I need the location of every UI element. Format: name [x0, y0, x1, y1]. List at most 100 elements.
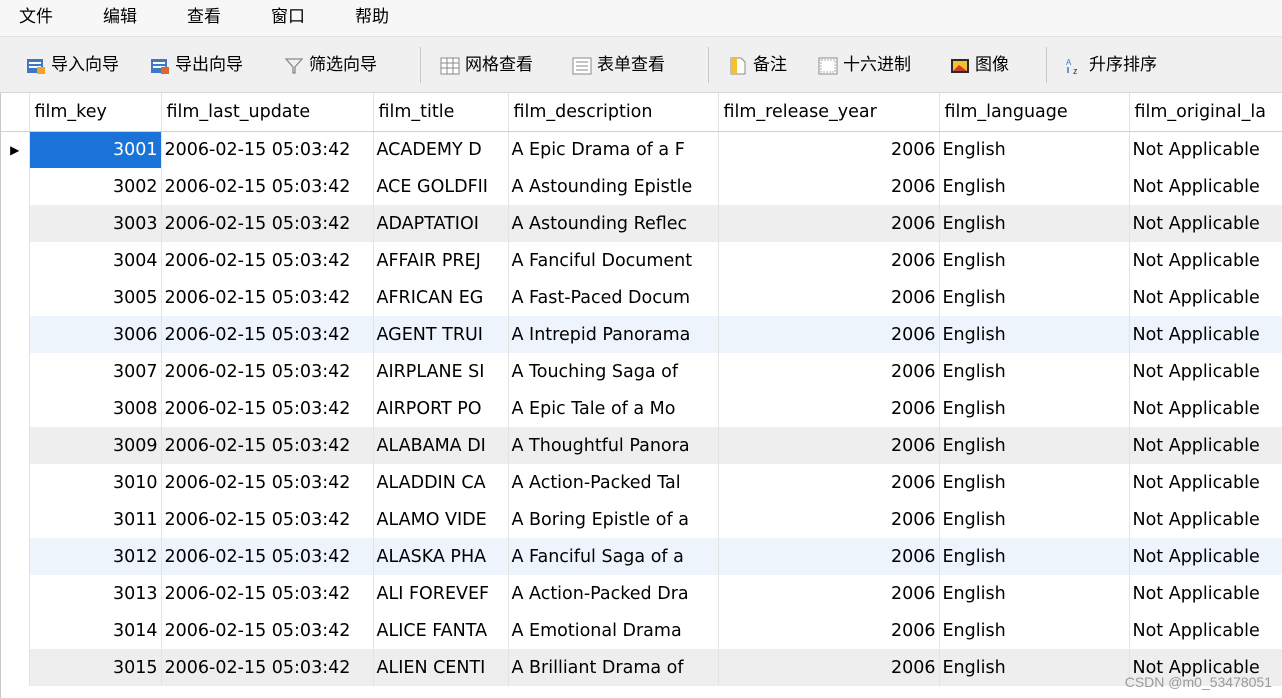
table-cell[interactable]: English — [939, 205, 1130, 242]
table-cell[interactable]: 2006 — [718, 501, 940, 538]
table-cell[interactable]: A Action-Packed Tal — [508, 464, 719, 501]
table-cell[interactable]: 3013 — [29, 575, 162, 612]
table-cell[interactable]: 2006-02-15 05:03:42 — [161, 649, 374, 686]
row-header[interactable] — [1, 501, 30, 538]
table-cell[interactable]: AIRPLANE SI — [373, 353, 509, 390]
table-cell[interactable]: 3011 — [29, 501, 162, 538]
table-cell[interactable]: 2006 — [718, 316, 940, 353]
table-cell[interactable]: 2006 — [718, 353, 940, 390]
table-cell[interactable]: AIRPORT PO — [373, 390, 509, 427]
table-cell[interactable]: A Boring Epistle of a — [508, 501, 719, 538]
menu-edit[interactable]: 编辑 — [103, 5, 137, 29]
table-cell[interactable]: Not Applicable — [1129, 205, 1282, 242]
table-cell[interactable]: ALASKA PHA — [373, 538, 509, 575]
grid-view-button[interactable]: 网格查看 — [440, 51, 533, 79]
table-cell[interactable]: ALI FOREVEF — [373, 575, 509, 612]
table-cell[interactable]: Not Applicable — [1129, 612, 1282, 649]
table-cell[interactable]: Not Applicable — [1129, 242, 1282, 279]
column-header[interactable]: film_key — [29, 93, 162, 132]
column-header[interactable]: film_language — [939, 93, 1130, 132]
table-cell[interactable]: Not Applicable — [1129, 131, 1282, 168]
hex-button[interactable]: 十六进制 — [818, 51, 911, 79]
table-cell[interactable]: A Intrepid Panorama — [508, 316, 719, 353]
table-cell[interactable]: 2006 — [718, 427, 940, 464]
table-cell[interactable]: AFRICAN EG — [373, 279, 509, 316]
row-header[interactable] — [1, 205, 30, 242]
table-cell[interactable]: AGENT TRUI — [373, 316, 509, 353]
row-header[interactable] — [1, 316, 30, 353]
table-cell[interactable]: 2006 — [718, 390, 940, 427]
row-header[interactable]: ▶ — [1, 131, 30, 168]
table-cell[interactable]: 2006-02-15 05:03:42 — [161, 242, 374, 279]
table-cell[interactable]: ALICE FANTA — [373, 612, 509, 649]
table-cell[interactable]: 2006 — [718, 131, 940, 168]
table-cell[interactable]: 2006-02-15 05:03:42 — [161, 316, 374, 353]
table-cell[interactable]: 2006-02-15 05:03:42 — [161, 279, 374, 316]
form-view-button[interactable]: 表单查看 — [572, 51, 665, 79]
table-cell[interactable]: English — [939, 390, 1130, 427]
table-cell[interactable]: 3007 — [29, 353, 162, 390]
menu-view[interactable]: 查看 — [187, 5, 221, 29]
menu-window[interactable]: 窗口 — [271, 5, 305, 29]
row-header[interactable] — [1, 464, 30, 501]
table-cell[interactable]: 2006-02-15 05:03:42 — [161, 612, 374, 649]
table-cell[interactable]: Not Applicable — [1129, 501, 1282, 538]
table-cell[interactable]: Not Applicable — [1129, 390, 1282, 427]
table-cell[interactable]: ADAPTATIOI — [373, 205, 509, 242]
column-header[interactable]: film_title — [373, 93, 509, 132]
table-cell[interactable]: English — [939, 353, 1130, 390]
sort-ascending-button[interactable]: Az 升序排序 — [1064, 51, 1157, 79]
table-cell[interactable]: 3005 — [29, 279, 162, 316]
table-cell[interactable]: Not Applicable — [1129, 464, 1282, 501]
table-cell[interactable]: English — [939, 131, 1130, 168]
table-cell[interactable]: 3015 — [29, 649, 162, 686]
table-cell[interactable]: English — [939, 464, 1130, 501]
table-cell[interactable]: AFFAIR PREJ — [373, 242, 509, 279]
image-button[interactable]: 图像 — [950, 51, 1009, 79]
table-cell[interactable]: English — [939, 279, 1130, 316]
filter-wizard-button[interactable]: 筛选向导 — [284, 51, 377, 79]
table-cell[interactable]: A Epic Drama of a F — [508, 131, 719, 168]
row-header[interactable] — [1, 279, 30, 316]
table-row[interactable]: 3013 2006-02-15 05:03:42 ALI FOREVEF A Acti… — [1, 575, 1282, 612]
column-header[interactable]: film_original_la — [1129, 93, 1282, 132]
row-header[interactable] — [1, 168, 30, 205]
table-cell[interactable]: A Emotional Drama — [508, 612, 719, 649]
table-cell[interactable]: 2006-02-15 05:03:42 — [161, 575, 374, 612]
table-cell[interactable]: 3002 — [29, 168, 162, 205]
row-header[interactable] — [1, 242, 30, 279]
table-cell[interactable]: English — [939, 575, 1130, 612]
table-cell[interactable]: ALABAMA DI — [373, 427, 509, 464]
table-row[interactable]: 3015 2006-02-15 05:03:42 ALIEN CENTI A Bril… — [1, 649, 1282, 686]
table-row[interactable]: 3005 2006-02-15 05:03:42 AFRICAN EG A Fast-… — [1, 279, 1282, 316]
table-cell[interactable]: Not Applicable — [1129, 279, 1282, 316]
table-cell[interactable]: 2006 — [718, 279, 940, 316]
table-cell[interactable]: 2006 — [718, 464, 940, 501]
table-row[interactable]: 3009 2006-02-15 05:03:42 ALABAMA DI A Thoug… — [1, 427, 1282, 464]
row-header[interactable] — [1, 612, 30, 649]
table-cell[interactable]: English — [939, 427, 1130, 464]
table-cell[interactable]: ALIEN CENTI — [373, 649, 509, 686]
table-cell[interactable]: A Astounding Epistle — [508, 168, 719, 205]
column-header[interactable]: film_release_year — [718, 93, 940, 132]
table-cell[interactable]: A Fast-Paced Docum — [508, 279, 719, 316]
table-cell[interactable]: English — [939, 501, 1130, 538]
table-cell[interactable]: 2006-02-15 05:03:42 — [161, 131, 374, 168]
table-cell[interactable]: 3012 — [29, 538, 162, 575]
table-cell[interactable]: English — [939, 242, 1130, 279]
table-cell[interactable]: A Astounding Reflec — [508, 205, 719, 242]
memo-button[interactable]: 备注 — [728, 51, 787, 79]
table-row[interactable]: 3010 2006-02-15 05:03:42 ALADDIN CA A Actio… — [1, 464, 1282, 501]
table-cell[interactable]: A Thoughtful Panora — [508, 427, 719, 464]
export-wizard-button[interactable]: 导出向导 — [150, 51, 243, 79]
table-row[interactable]: 3011 2006-02-15 05:03:42 ALAMO VIDE A Borin… — [1, 501, 1282, 538]
table-cell[interactable]: A Fanciful Document — [508, 242, 719, 279]
table-cell[interactable]: 3006 — [29, 316, 162, 353]
table-cell[interactable]: 3010 — [29, 464, 162, 501]
table-cell[interactable]: A Brilliant Drama of — [508, 649, 719, 686]
table-row[interactable]: 3014 2006-02-15 05:03:42 ALICE FANTA A Emot… — [1, 612, 1282, 649]
table-cell[interactable]: 2006-02-15 05:03:42 — [161, 205, 374, 242]
table-cell[interactable]: A Touching Saga of — [508, 353, 719, 390]
table-cell[interactable]: English — [939, 168, 1130, 205]
import-wizard-button[interactable]: 导入向导 — [26, 51, 119, 79]
